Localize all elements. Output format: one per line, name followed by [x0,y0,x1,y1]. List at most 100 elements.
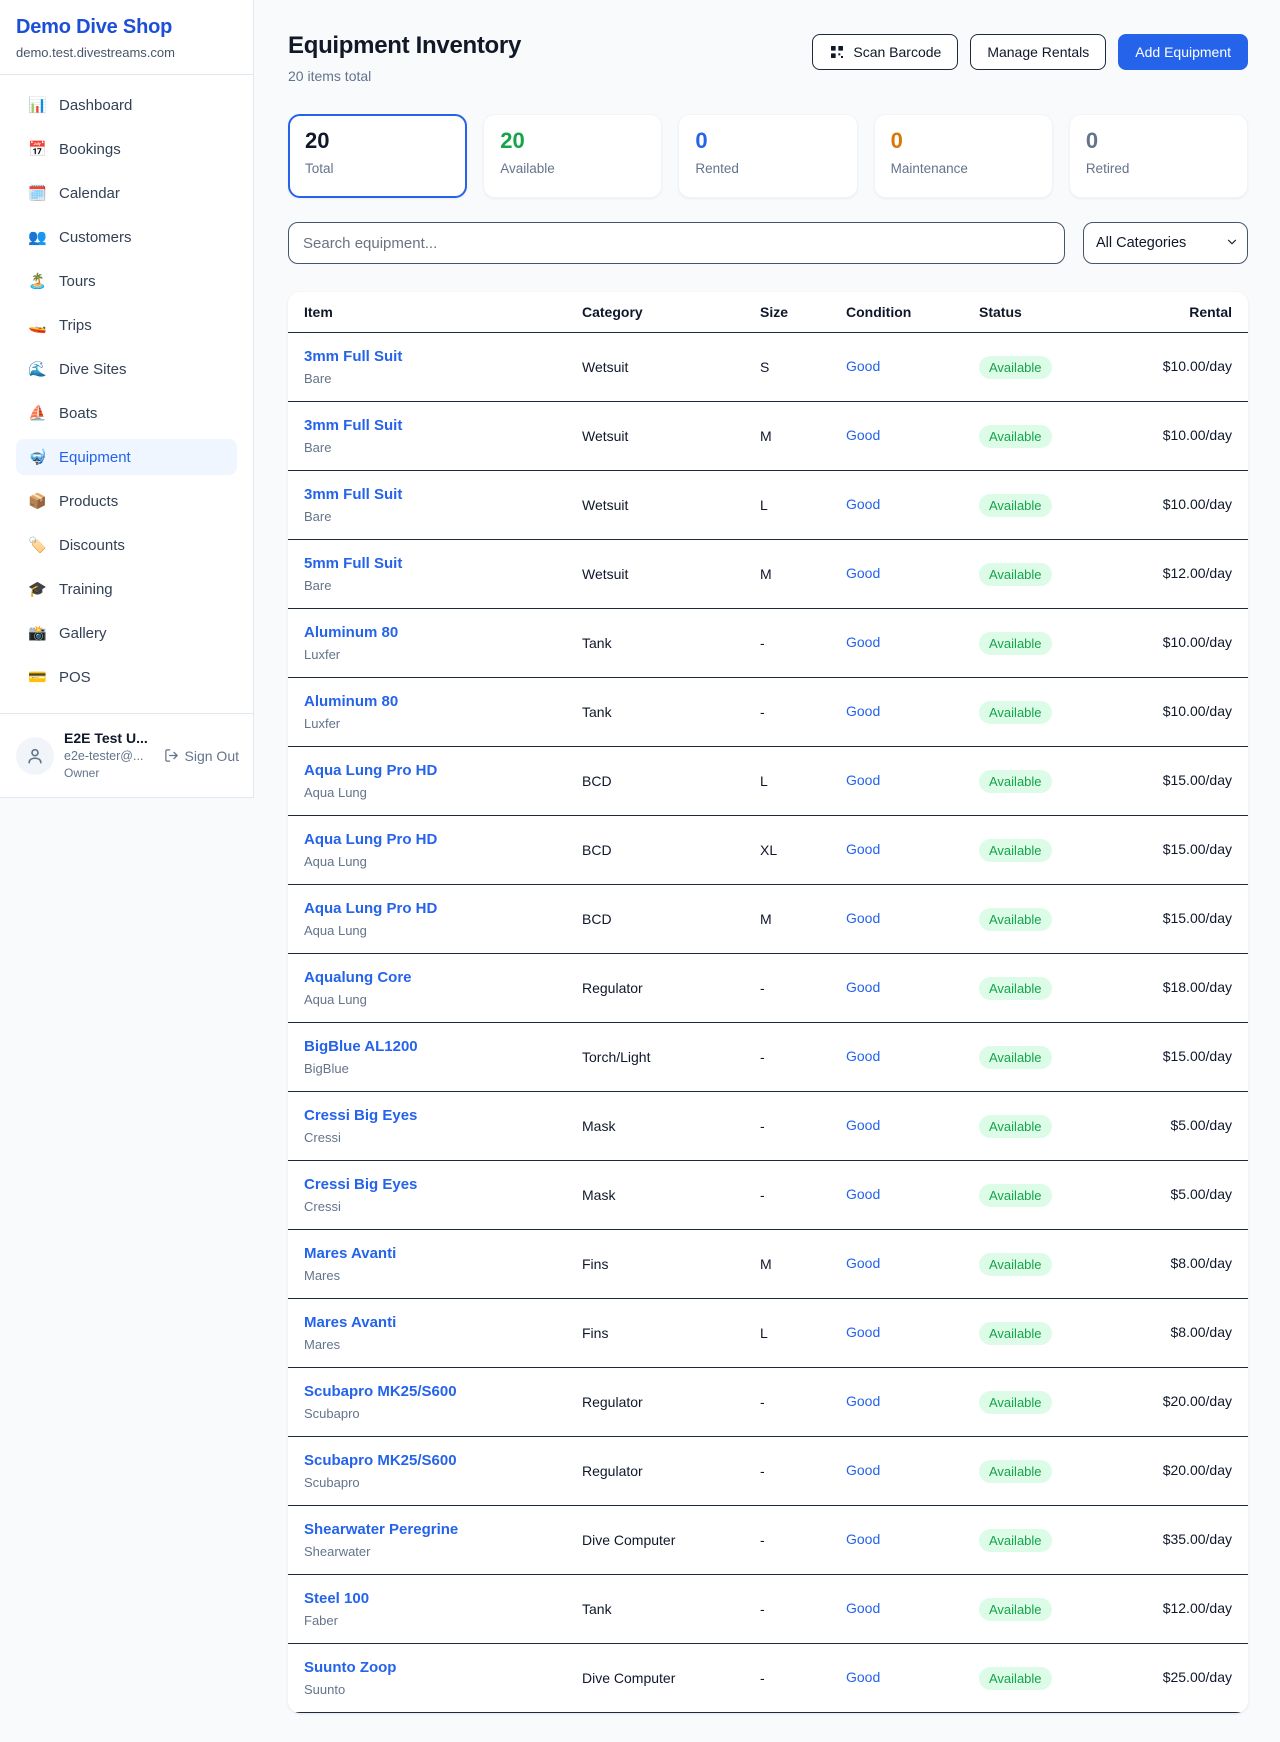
condition-link[interactable]: Good [846,634,880,650]
equipment-name-link[interactable]: BigBlue AL1200 [304,1037,550,1057]
equipment-name-link[interactable]: Shearwater Peregrine [304,1520,550,1540]
equipment-size: - [744,1506,830,1575]
sidebar-item-trips[interactable]: 🚤 Trips [16,307,237,343]
equipment-size: M [744,1230,830,1299]
status-badge: Available [979,977,1052,1000]
category-select[interactable]: All Categories [1083,222,1248,264]
condition-link[interactable]: Good [846,979,880,995]
equipment-size: - [744,954,830,1023]
equipment-name-link[interactable]: Cressi Big Eyes [304,1106,550,1126]
condition-link[interactable]: Good [846,1255,880,1271]
condition-link[interactable]: Good [846,1531,880,1547]
sidebar-item-bookings[interactable]: 📅 Bookings [16,131,237,167]
table-row: Aluminum 80 Luxfer Tank - Good Available… [288,678,1248,747]
table-row: Aqualung Core Aqua Lung Regulator - Good… [288,954,1248,1023]
condition-link[interactable]: Good [846,772,880,788]
condition-link[interactable]: Good [846,565,880,581]
credit-card-icon: 💳 [28,668,46,686]
sign-out-button[interactable]: Sign Out [164,748,239,764]
table-row: 3mm Full Suit Bare Wetsuit S Good Availa… [288,333,1248,402]
condition-link[interactable]: Good [846,1048,880,1064]
condition-link[interactable]: Good [846,1186,880,1202]
condition-link[interactable]: Good [846,1600,880,1616]
table-row: 3mm Full Suit Bare Wetsuit M Good Availa… [288,402,1248,471]
sidebar-item-dive-sites[interactable]: 🌊 Dive Sites [16,351,237,387]
rental-price: $12.00/day [1163,565,1232,581]
stat-value: 0 [695,128,840,154]
equipment-name-link[interactable]: Scubapro MK25/S600 [304,1451,550,1471]
stat-card-maintenance[interactable]: 0 Maintenance [874,114,1053,198]
stat-card-total[interactable]: 20 Total [288,114,467,198]
rental-price: $10.00/day [1163,358,1232,374]
equipment-name-link[interactable]: Scubapro MK25/S600 [304,1382,550,1402]
equipment-name-link[interactable]: Cressi Big Eyes [304,1175,550,1195]
add-equipment-button[interactable]: Add Equipment [1118,34,1248,70]
condition-link[interactable]: Good [846,427,880,443]
equipment-category: Fins [566,1299,744,1368]
equipment-name-link[interactable]: Mares Avanti [304,1244,550,1264]
speedboat-icon: 🚤 [28,316,46,334]
equipment-category: BCD [566,747,744,816]
equipment-name-link[interactable]: Aqua Lung Pro HD [304,899,550,919]
stat-label: Maintenance [891,161,1036,176]
equipment-brand: Luxfer [304,647,550,663]
stat-value: 0 [1086,128,1231,154]
stat-card-retired[interactable]: 0 Retired [1069,114,1248,198]
manage-rentals-button[interactable]: Manage Rentals [970,34,1106,70]
search-input[interactable] [288,222,1065,264]
sidebar-item-gallery[interactable]: 📸 Gallery [16,615,237,651]
condition-link[interactable]: Good [846,1324,880,1340]
status-badge: Available [979,563,1052,586]
logout-icon [164,748,179,763]
equipment-name-link[interactable]: 3mm Full Suit [304,347,550,367]
equipment-name-link[interactable]: Steel 100 [304,1589,550,1609]
equipment-name-link[interactable]: Aqualung Core [304,968,550,988]
equipment-brand: Aqua Lung [304,854,550,870]
sidebar-item-equipment[interactable]: 🤿 Equipment [16,439,237,475]
sidebar-item-label: Discounts [59,537,125,554]
condition-link[interactable]: Good [846,1117,880,1133]
scan-barcode-label: Scan Barcode [853,44,941,60]
equipment-size: L [744,747,830,816]
sidebar-item-dashboard[interactable]: 📊 Dashboard [16,87,237,123]
condition-link[interactable]: Good [846,910,880,926]
sidebar-item-label: Training [59,581,113,598]
sidebar-item-boats[interactable]: ⛵ Boats [16,395,237,431]
sidebar-item-discounts[interactable]: 🏷️ Discounts [16,527,237,563]
equipment-category: Fins [566,1230,744,1299]
condition-link[interactable]: Good [846,1393,880,1409]
sidebar-item-calendar[interactable]: 🗓️ Calendar [16,175,237,211]
equipment-name-link[interactable]: Suunto Zoop [304,1658,550,1678]
condition-link[interactable]: Good [846,1669,880,1685]
sidebar-item-customers[interactable]: 👥 Customers [16,219,237,255]
equipment-name-link[interactable]: Aqua Lung Pro HD [304,830,550,850]
sidebar-item-training[interactable]: 🎓 Training [16,571,237,607]
condition-link[interactable]: Good [846,496,880,512]
status-badge: Available [979,908,1052,931]
condition-link[interactable]: Good [846,1462,880,1478]
stat-card-available[interactable]: 20 Available [483,114,662,198]
condition-link[interactable]: Good [846,841,880,857]
equipment-table: Item Category Size Condition Status Rent… [288,292,1248,1713]
equipment-name-link[interactable]: 5mm Full Suit [304,554,550,574]
equipment-size: - [744,1023,830,1092]
equipment-name-link[interactable]: 3mm Full Suit [304,485,550,505]
stat-card-rented[interactable]: 0 Rented [678,114,857,198]
rental-price: $15.00/day [1163,772,1232,788]
equipment-name-link[interactable]: Aluminum 80 [304,692,550,712]
sidebar-item-products[interactable]: 📦 Products [16,483,237,519]
status-badge: Available [979,494,1052,517]
equipment-name-link[interactable]: Aqua Lung Pro HD [304,761,550,781]
equipment-category: BCD [566,885,744,954]
equipment-name-link[interactable]: Mares Avanti [304,1313,550,1333]
condition-link[interactable]: Good [846,358,880,374]
sidebar-item-pos[interactable]: 💳 POS [16,659,237,695]
equipment-category: Torch/Light [566,1023,744,1092]
sidebar-item-tours[interactable]: 🏝️ Tours [16,263,237,299]
stat-label: Available [500,161,645,176]
equipment-name-link[interactable]: Aluminum 80 [304,623,550,643]
equipment-name-link[interactable]: 3mm Full Suit [304,416,550,436]
condition-link[interactable]: Good [846,703,880,719]
manage-rentals-label: Manage Rentals [987,44,1089,60]
scan-barcode-button[interactable]: Scan Barcode [812,34,958,70]
